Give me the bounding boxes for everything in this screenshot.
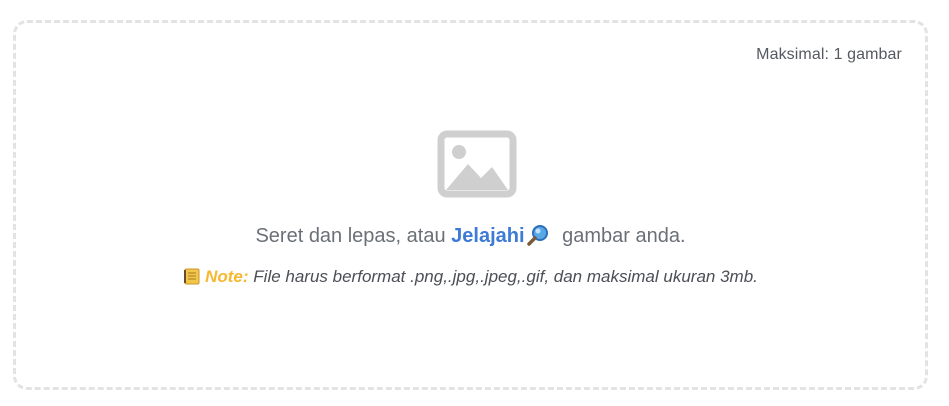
file-note: Note: File harus berformat .png,.jpg,.jp… <box>16 267 925 287</box>
image-placeholder-icon <box>437 130 517 198</box>
note-label: Note: <box>205 267 249 286</box>
image-dropzone[interactable]: Maksimal: 1 gambar Seret dan lepas, atau… <box>13 20 928 390</box>
browse-link[interactable]: Jelajahi <box>451 225 524 247</box>
max-files-label: Maksimal: 1 gambar <box>756 46 902 63</box>
notebook-icon <box>184 268 200 285</box>
instruction-text-before: Seret dan lepas, atau <box>255 225 452 247</box>
note-description: File harus berformat .png,.jpg,.jpeg,.gi… <box>248 267 758 286</box>
drop-instruction: Seret dan lepas, atau Jelajahi gambar an… <box>16 224 925 248</box>
instruction-text-after: gambar anda. <box>556 225 686 247</box>
magnifier-icon[interactable] <box>526 224 549 246</box>
